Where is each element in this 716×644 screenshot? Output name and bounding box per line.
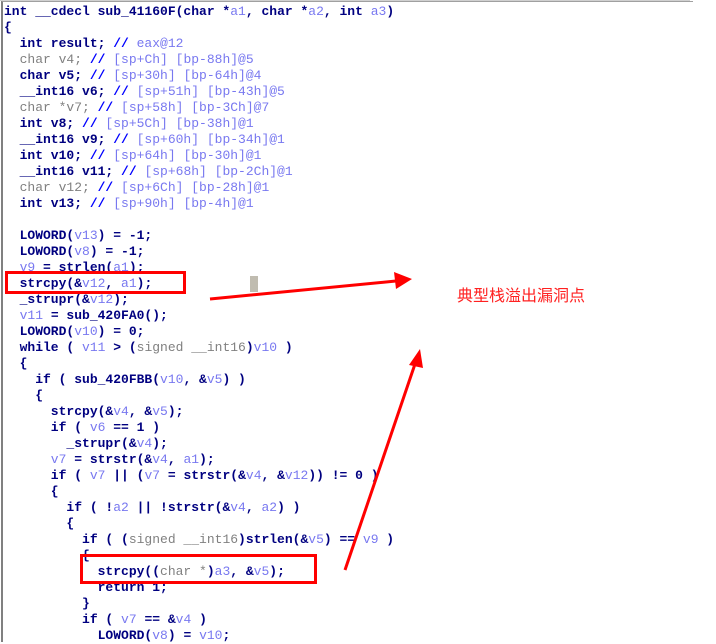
annotation-arrows [209, 272, 423, 571]
arrow-1 [209, 279, 397, 301]
arrow-2-head [409, 349, 423, 368]
arrow-1-head [394, 272, 412, 289]
annotation-label: 典型栈溢出漏洞点 [457, 286, 586, 305]
arrow-2 [343, 363, 417, 571]
